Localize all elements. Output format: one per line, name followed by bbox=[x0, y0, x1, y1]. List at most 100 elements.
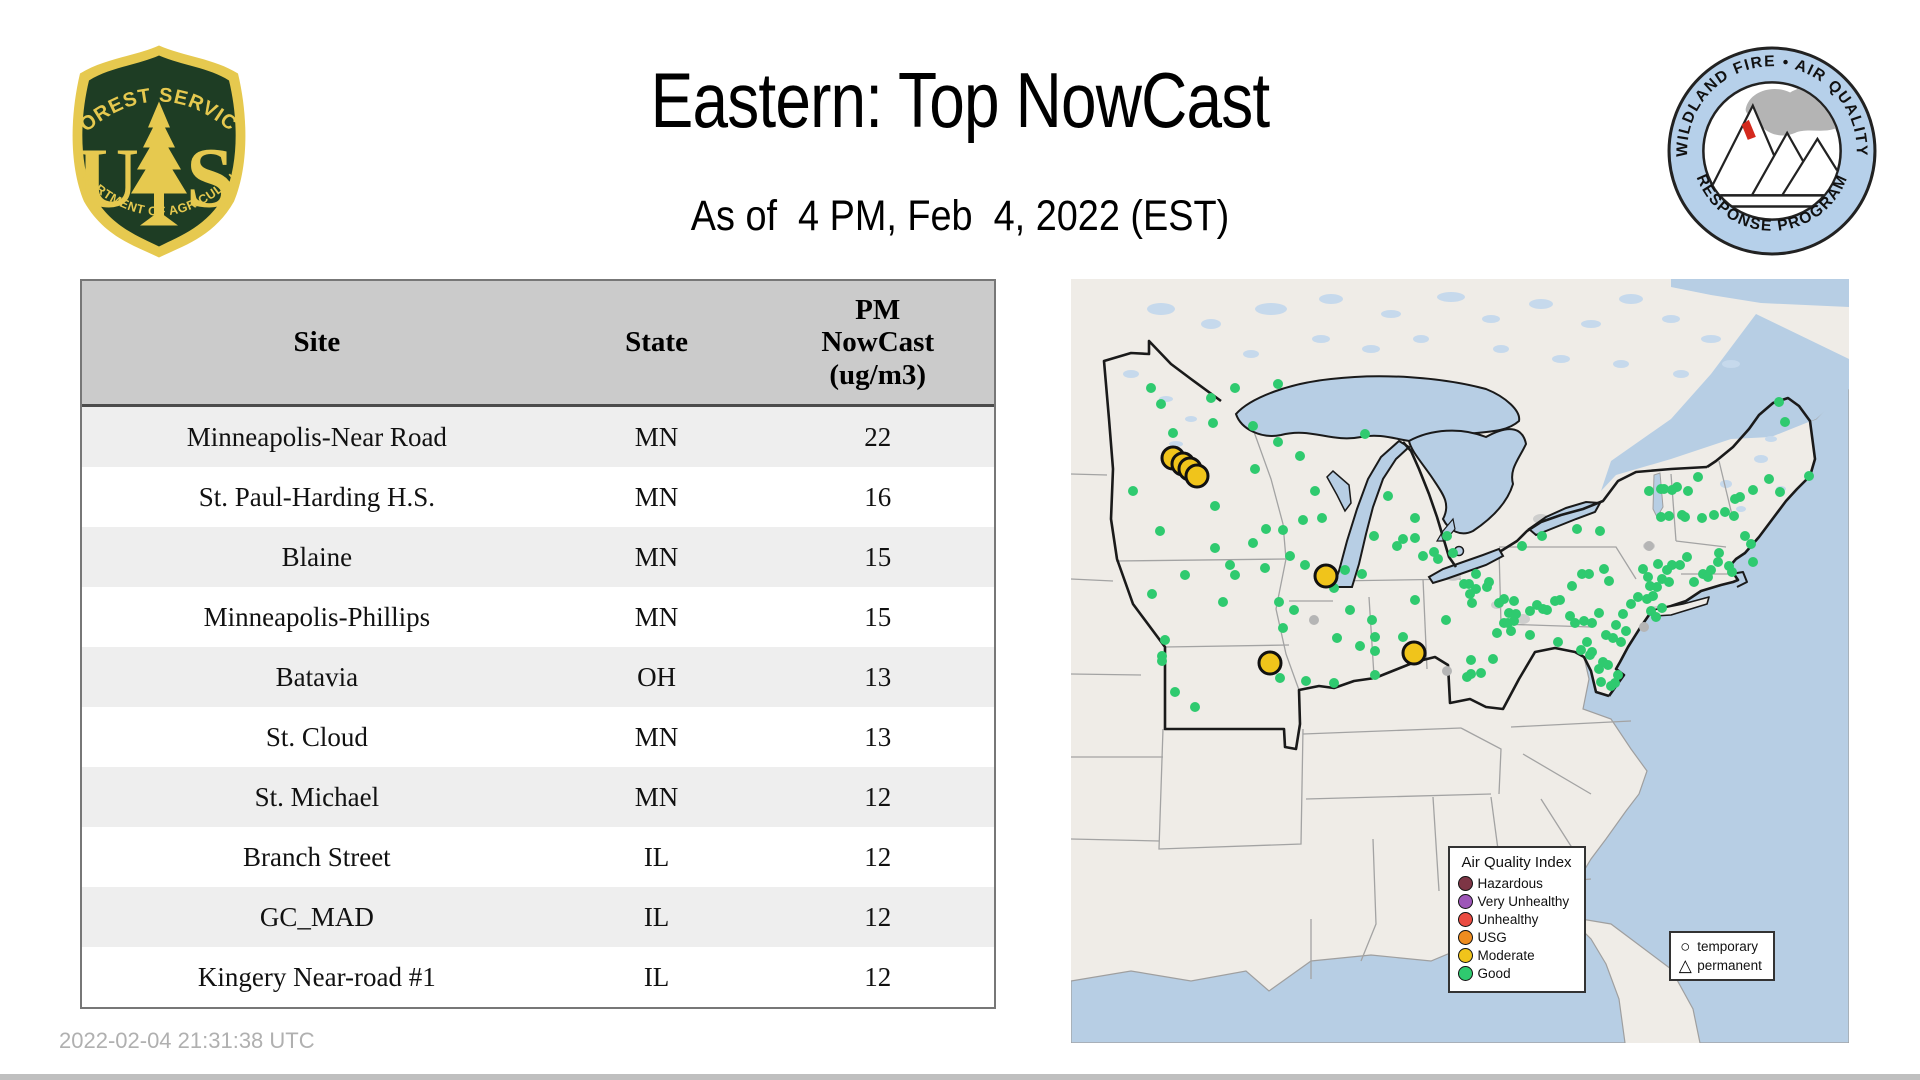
site-dot-good bbox=[1537, 531, 1547, 541]
site-dot-good bbox=[1709, 510, 1719, 520]
value-cell: 22 bbox=[761, 406, 994, 468]
site-cell: Minneapolis-Near Road bbox=[82, 406, 552, 468]
aqi-legend-label: Moderate bbox=[1478, 948, 1535, 963]
table-row: BataviaOH13 bbox=[82, 647, 994, 707]
site-dot-good bbox=[1300, 560, 1310, 570]
site-dot-good bbox=[1367, 615, 1377, 625]
site-dot-good bbox=[1332, 633, 1342, 643]
table-row: Branch StreetIL12 bbox=[82, 827, 994, 887]
state-cell: IL bbox=[552, 827, 762, 887]
site-dot-good bbox=[1317, 513, 1327, 523]
site-dot-nodata bbox=[1644, 541, 1654, 551]
aqi-color-swatch bbox=[1458, 912, 1473, 927]
forest-service-logo: FOREST SERVICE U S DEPARTMENT OF AGRICUL… bbox=[64, 42, 254, 260]
site-dot-good bbox=[1664, 577, 1674, 587]
site-dot-good bbox=[1340, 565, 1350, 575]
site-dot-good bbox=[1492, 628, 1502, 638]
site-dot-good bbox=[1525, 606, 1535, 616]
site-dot-good bbox=[1618, 609, 1628, 619]
site-dot-good bbox=[1748, 557, 1758, 567]
page-title: Eastern: Top NowCast bbox=[452, 55, 1469, 146]
table-row: BlaineMN15 bbox=[82, 527, 994, 587]
marker-legend: ○ temporary △ permanent bbox=[1669, 931, 1775, 981]
site-cell: Branch Street bbox=[82, 827, 552, 887]
top-nowcast-table: Site State PM NowCast (ug/m3) Minneapoli… bbox=[80, 279, 996, 1009]
site-dot-good bbox=[1689, 577, 1699, 587]
site-dot-good bbox=[1693, 472, 1703, 482]
state-cell: MN bbox=[552, 527, 762, 587]
value-cell: 16 bbox=[761, 467, 994, 527]
site-dot-good bbox=[1764, 474, 1774, 484]
aqi-color-swatch bbox=[1458, 930, 1473, 945]
site-cell: Batavia bbox=[82, 647, 552, 707]
site-dot-good bbox=[1729, 511, 1739, 521]
site-dot-good bbox=[1441, 615, 1451, 625]
site-dot-good bbox=[1230, 383, 1240, 393]
site-dot-good bbox=[1278, 623, 1288, 633]
aqi-legend-label: Good bbox=[1478, 966, 1511, 981]
site-cell: Blaine bbox=[82, 527, 552, 587]
bottom-edge-strip bbox=[0, 1074, 1920, 1080]
wfaqrp-logo: WILDLAND FIRE • AIR QUALITY RESPONSE PRO… bbox=[1665, 44, 1879, 258]
site-dot-good bbox=[1595, 526, 1605, 536]
site-dot-moderate bbox=[1402, 641, 1427, 666]
site-dot-good bbox=[1774, 397, 1784, 407]
aqi-color-swatch bbox=[1458, 876, 1473, 891]
state-cell: OH bbox=[552, 647, 762, 707]
col-header-pm: PM NowCast (ug/m3) bbox=[761, 281, 994, 406]
site-dot-nodata bbox=[1442, 666, 1452, 676]
site-dot-good bbox=[1170, 687, 1180, 697]
aqi-legend-title: Air Quality Index bbox=[1458, 854, 1576, 871]
site-dot-good bbox=[1476, 668, 1486, 678]
site-dot-good bbox=[1466, 655, 1476, 665]
site-dot-good bbox=[1418, 551, 1428, 561]
site-dot-good bbox=[1310, 486, 1320, 496]
site-dot-good bbox=[1360, 429, 1370, 439]
site-dot-moderate bbox=[1314, 564, 1339, 589]
aqi-color-swatch bbox=[1458, 948, 1473, 963]
table-row: St. CloudMN13 bbox=[82, 707, 994, 767]
site-dot-good bbox=[1398, 632, 1408, 642]
site-dot-good bbox=[1648, 591, 1658, 601]
site-dot-good bbox=[1370, 632, 1380, 642]
site-dot-good bbox=[1584, 569, 1594, 579]
site-dot-good bbox=[1488, 654, 1498, 664]
site-dot-good bbox=[1398, 534, 1408, 544]
site-dot-good bbox=[1714, 548, 1724, 558]
value-cell: 15 bbox=[761, 587, 994, 647]
site-dot-good bbox=[1369, 531, 1379, 541]
site-dot-good bbox=[1553, 637, 1563, 647]
site-dot-good bbox=[1260, 563, 1270, 573]
site-dot-good bbox=[1157, 656, 1167, 666]
site-dot-good bbox=[1598, 657, 1608, 667]
site-dot-good bbox=[1730, 494, 1740, 504]
aqi-legend-label: USG bbox=[1478, 930, 1507, 945]
aqi-legend-item: Hazardous bbox=[1458, 875, 1576, 893]
site-dot-good bbox=[1482, 582, 1492, 592]
site-dot-good bbox=[1410, 533, 1420, 543]
value-cell: 13 bbox=[761, 647, 994, 707]
triangle-marker-icon: △ bbox=[1677, 957, 1693, 974]
site-dot-nodata bbox=[1639, 622, 1649, 632]
site-dot-good bbox=[1610, 678, 1620, 688]
site-dot-good bbox=[1459, 579, 1469, 589]
state-cell: MN bbox=[552, 467, 762, 527]
site-dot-good bbox=[1261, 524, 1271, 534]
temporary-label: temporary bbox=[1697, 939, 1758, 954]
site-dot-good bbox=[1329, 678, 1339, 688]
site-dot-good bbox=[1644, 486, 1654, 496]
site-dot-good bbox=[1467, 598, 1477, 608]
site-dot-good bbox=[1410, 513, 1420, 523]
aqi-legend-label: Unhealthy bbox=[1478, 912, 1539, 927]
state-cell: MN bbox=[552, 767, 762, 827]
value-cell: 12 bbox=[761, 767, 994, 827]
site-dot-good bbox=[1295, 451, 1305, 461]
site-dot-good bbox=[1594, 608, 1604, 618]
aqi-legend-item: Good bbox=[1458, 965, 1576, 983]
generated-timestamp: 2022-02-04 21:31:38 UTC bbox=[59, 1028, 315, 1054]
site-dot-good bbox=[1370, 646, 1380, 656]
table-row: St. MichaelMN12 bbox=[82, 767, 994, 827]
aqi-legend-label: Hazardous bbox=[1478, 876, 1543, 891]
pm-header-line2: NowCast bbox=[762, 326, 993, 358]
site-dot-good bbox=[1587, 618, 1597, 628]
